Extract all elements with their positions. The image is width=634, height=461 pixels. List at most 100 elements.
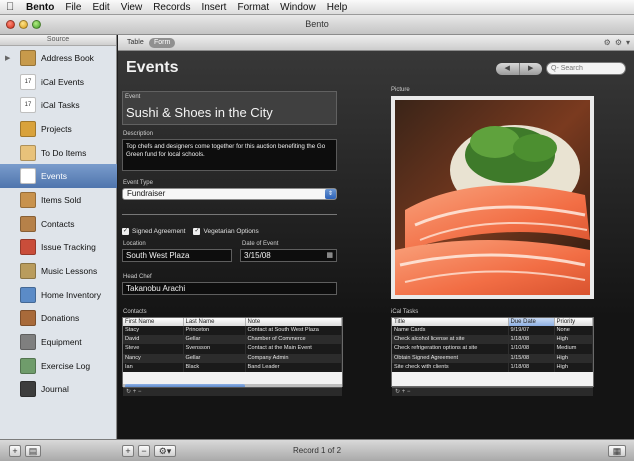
sidebar-item-contacts[interactable]: Contacts	[0, 212, 117, 236]
disclosure-triangle-icon[interactable]: ▶	[5, 54, 10, 62]
column-header-last-name[interactable]: Last Name	[183, 318, 246, 326]
sidebar-item-music-lessons[interactable]: Music Lessons	[0, 259, 117, 283]
link-icon[interactable]: ↻	[395, 389, 400, 395]
page-title: Events	[126, 59, 179, 76]
sidebar-item-donations[interactable]: Donations	[0, 307, 117, 331]
previous-record-button[interactable]: ◀	[496, 63, 520, 75]
menu-format[interactable]: Format	[237, 2, 269, 13]
menu-app[interactable]: Bento	[26, 2, 54, 13]
sidebar-item-items-sold[interactable]: Items Sold	[0, 188, 117, 212]
menu-edit[interactable]: Edit	[92, 2, 109, 13]
sidebar-item-label: Address Book	[41, 52, 94, 63]
search-input[interactable]	[551, 65, 611, 72]
event-type-value: Fundraiser	[127, 189, 166, 198]
date-field[interactable]: 3/15/08 ▦	[240, 249, 337, 262]
menu-view[interactable]: View	[121, 2, 143, 13]
menu-file[interactable]: File	[65, 2, 81, 13]
event-field[interactable]: Event Sushi & Shoes in the City	[122, 91, 337, 125]
location-label: Location	[123, 241, 146, 247]
sidebar-item-address-book[interactable]: ▶ Address Book	[0, 46, 117, 70]
sidebar-item-ical-events[interactable]: 17 iCal Events	[0, 70, 117, 94]
sushi-photo	[395, 100, 590, 295]
music-lessons-icon	[20, 263, 36, 280]
picture-field[interactable]	[391, 96, 594, 299]
tab-form[interactable]: Form	[149, 38, 176, 48]
table-row[interactable]: Check refrigeration options at site 1/10…	[392, 344, 593, 354]
ical-tasks-icon: 17	[20, 97, 36, 114]
items-sold-icon	[20, 191, 36, 208]
menu-records[interactable]: Records	[153, 2, 190, 13]
link-icon[interactable]: ↻	[126, 389, 131, 395]
cell: High	[554, 335, 593, 345]
remove-row-icon[interactable]: −	[138, 389, 142, 395]
picture-label: Picture	[391, 87, 410, 93]
cell: Steve	[123, 344, 184, 354]
event-type-select[interactable]: Fundraiser ⇕	[122, 188, 337, 200]
table-row[interactable]: David Gellar Chamber of Commerce	[123, 335, 342, 345]
apple-menu-icon[interactable]: 	[6, 1, 18, 13]
sidebar-item-label: Music Lessons	[41, 266, 98, 277]
tab-table[interactable]: Table	[122, 38, 149, 48]
cell: Company Admin	[245, 353, 342, 363]
sidebar-item-label: Contacts	[41, 218, 75, 229]
sidebar-item-journal[interactable]: Journal	[0, 378, 117, 402]
dropdown-icon[interactable]: ▾	[626, 38, 630, 47]
sidebar-item-events[interactable]: Events	[0, 164, 117, 189]
table-row[interactable]: Check alcohol license at site 1/18/08 Hi…	[392, 335, 593, 345]
event-value: Sushi & Shoes in the City	[126, 105, 273, 120]
table-row[interactable]: Name Cards 9/19/07 None	[392, 326, 593, 336]
sidebar-item-to-do-items[interactable]: To Do Items	[0, 141, 117, 165]
head-chef-label: Head Chef	[123, 274, 152, 280]
signed-agreement-checkbox[interactable]: ✓	[122, 228, 129, 235]
view-options-button[interactable]: ▦	[608, 445, 626, 457]
cell: Check refrigeration options at site	[392, 344, 509, 354]
head-chef-field[interactable]: Takanobu Arachi	[122, 282, 337, 295]
column-header-priority[interactable]: Priority	[554, 318, 593, 326]
table-row[interactable]: Obtain Signed Agreement 1/15/08 High	[392, 353, 593, 363]
cell: Black	[183, 362, 246, 373]
date-value: 3/15/08	[244, 251, 271, 260]
sidebar-item-projects[interactable]: Projects	[0, 117, 117, 141]
cell: Ian	[123, 362, 184, 373]
column-header-due-date[interactable]: Due Date	[508, 318, 555, 326]
settings-icon[interactable]: ⚙	[615, 38, 622, 47]
cell: 1/15/08	[508, 353, 555, 363]
column-header-note[interactable]: Note	[245, 318, 342, 326]
sidebar-item-ical-tasks[interactable]: 17 iCal Tasks	[0, 93, 117, 117]
table-row[interactable]: Stacy Princeton Contact at South West Pl…	[123, 326, 342, 336]
vegetarian-options-checkbox[interactable]: ✓	[193, 228, 201, 235]
table-row[interactable]: Nancy Gellar Company Admin	[123, 353, 342, 363]
cell: High	[554, 353, 593, 363]
menu-help[interactable]: Help	[327, 2, 348, 13]
calendar-icon[interactable]: ▦	[326, 250, 333, 261]
cell: Band Leader	[245, 362, 342, 373]
sidebar-item-home-inventory[interactable]: Home Inventory	[0, 283, 117, 307]
gear-icon[interactable]: ⚙	[604, 38, 611, 47]
add-row-icon[interactable]: +	[133, 389, 137, 395]
remove-row-icon[interactable]: −	[407, 389, 411, 395]
journal-icon	[20, 381, 36, 398]
next-record-button[interactable]: ▶	[520, 63, 543, 75]
todo-icon	[20, 144, 36, 161]
menu-insert[interactable]: Insert	[201, 2, 226, 13]
menu-window[interactable]: Window	[280, 2, 316, 13]
cell: 1/10/08	[508, 344, 555, 354]
sidebar-item-label: Exercise Log	[41, 360, 91, 371]
table-row[interactable]: Steve Svensson Contact at the Main Event	[123, 344, 342, 354]
sidebar-item-issue-tracking[interactable]: Issue Tracking	[0, 236, 117, 260]
location-field[interactable]: South West Plaza	[122, 249, 232, 262]
column-header-first-name[interactable]: First Name	[123, 318, 184, 326]
table-row[interactable]: Site check with clients 1/18/08 High	[392, 362, 593, 373]
cell: Svensson	[183, 344, 246, 354]
add-row-icon[interactable]: +	[402, 389, 406, 395]
sidebar-item-exercise-log[interactable]: Exercise Log	[0, 354, 117, 378]
description-field[interactable]: Top chefs and designers come together fo…	[122, 139, 337, 171]
sidebar-item-equipment[interactable]: Equipment	[0, 330, 117, 354]
cell: Name Cards	[392, 326, 509, 336]
table-row[interactable]: Ian Black Band Leader	[123, 362, 342, 373]
search-field[interactable]	[546, 62, 626, 75]
issue-tracking-icon	[20, 239, 36, 256]
exercise-log-icon	[20, 357, 36, 374]
cell: 1/18/08	[508, 335, 555, 345]
column-header-title[interactable]: Title	[392, 318, 509, 326]
